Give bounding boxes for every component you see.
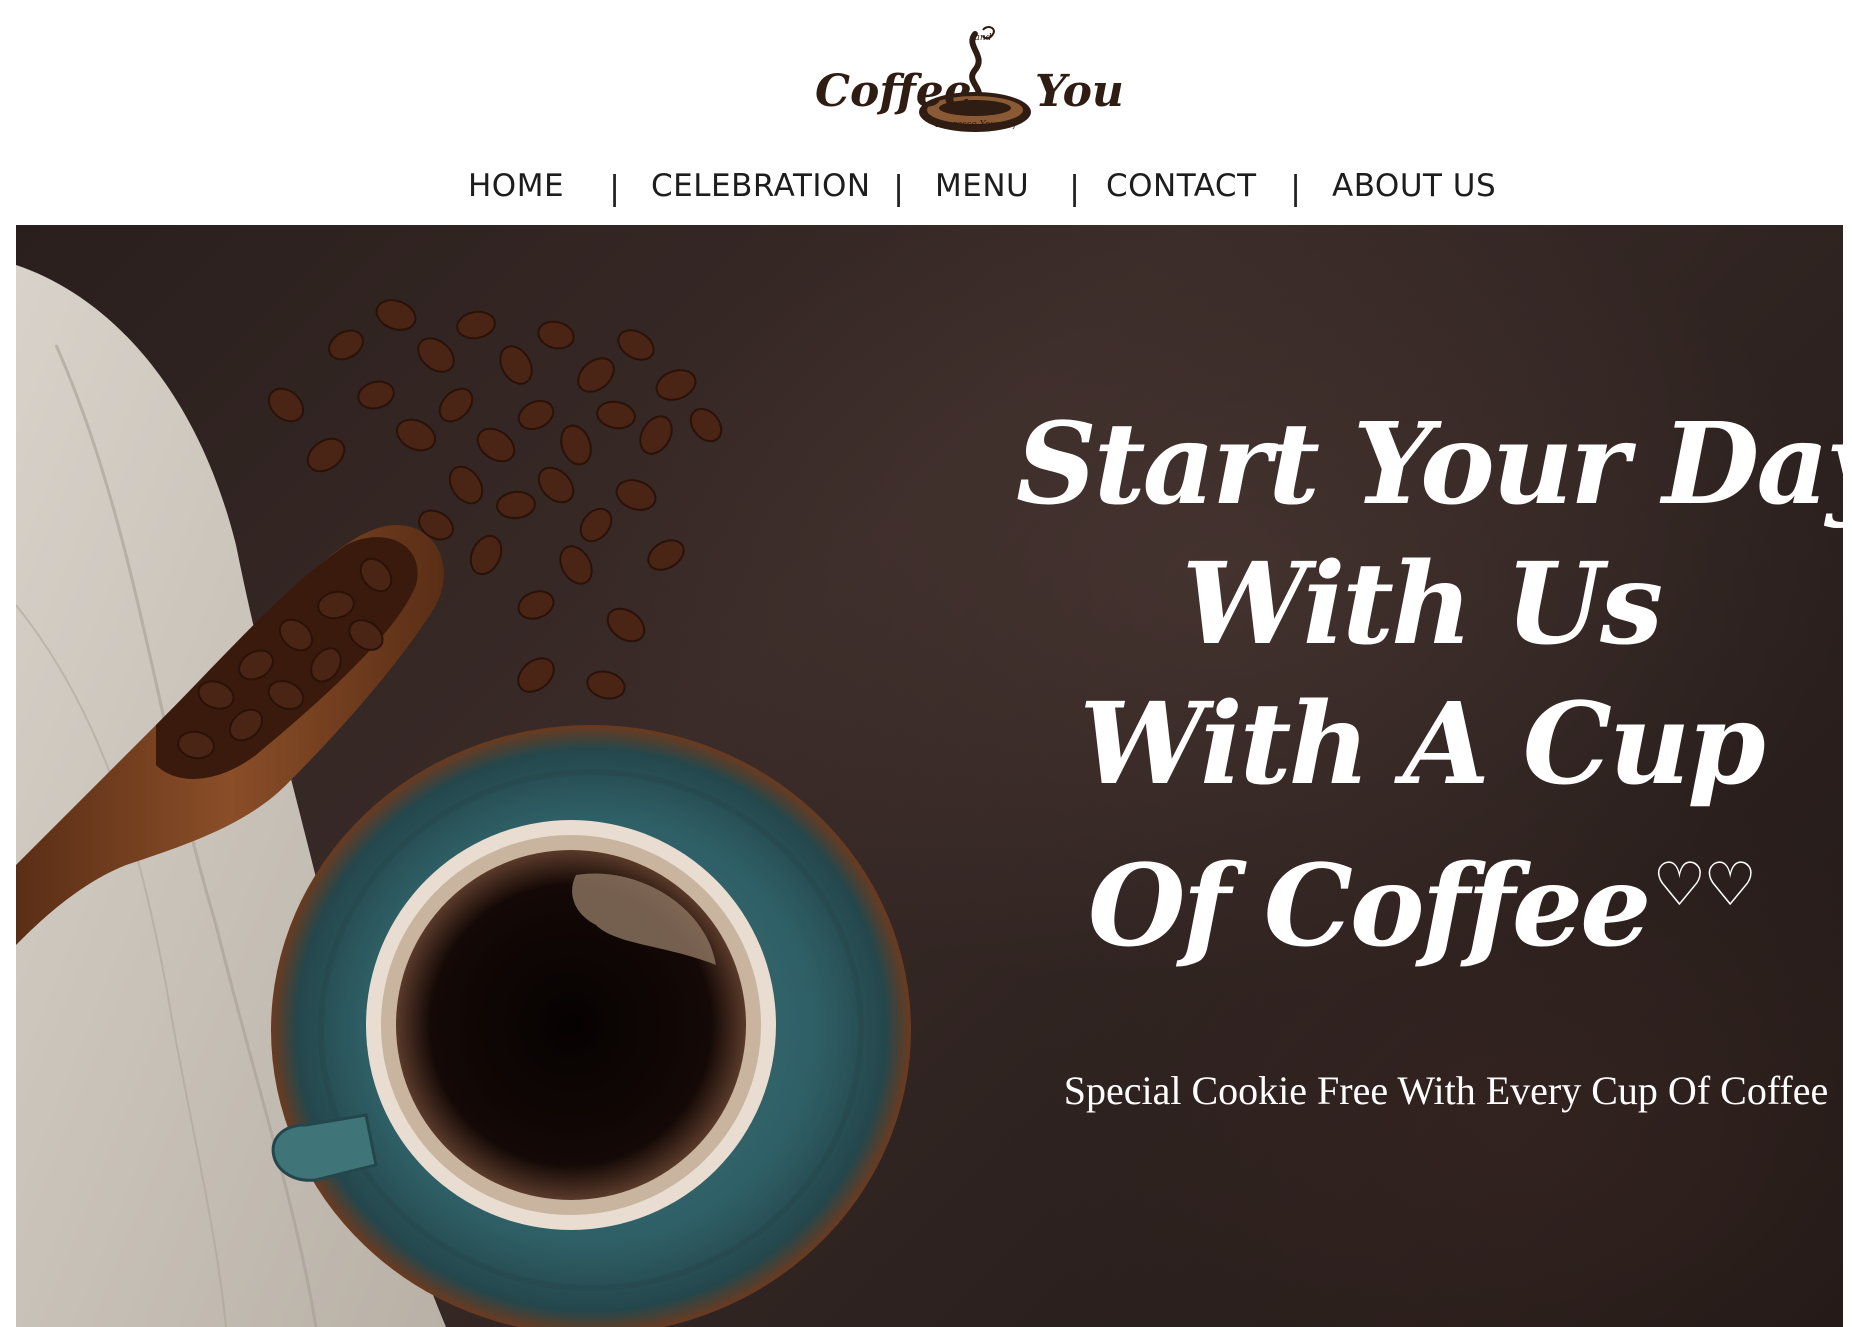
site-logo[interactable]: Espresso Yourself and Coffee You <box>815 26 1135 144</box>
headline-line-4-text: Of Coffee <box>1087 841 1651 972</box>
nav-contact[interactable]: CONTACT <box>1106 168 1257 204</box>
nav-separator: | <box>1069 168 1081 207</box>
headline-line-4: Of Coffee♡♡ <box>1016 815 1826 977</box>
svg-text:Coffee: Coffee <box>815 66 972 117</box>
svg-text:Espresso Yourself: Espresso Yourself <box>935 120 1019 130</box>
headline-line-3: With A Cup <box>1079 679 1765 810</box>
hero-banner: Start Your Day With Us With A Cup Of Cof… <box>16 225 1843 1327</box>
nav-celebration[interactable]: CELEBRATION <box>651 168 871 204</box>
headline-line-1: Start Your Day <box>1016 399 1843 530</box>
nav-separator: | <box>893 168 905 207</box>
headline-line-2: With Us <box>1181 539 1663 670</box>
nav-menu[interactable]: MENU <box>935 168 1029 204</box>
main-nav: HOME | CELEBRATION | MENU | CONTACT | AB… <box>0 158 1852 218</box>
hero-headline: Start Your Day With Us With A Cup Of Cof… <box>1016 395 1843 977</box>
hero-subline: Special Cookie Free With Every Cup Of Co… <box>1063 1068 1829 1113</box>
coffee-and-you-logo: Espresso Yourself and Coffee You <box>815 26 1124 132</box>
nav-about-us[interactable]: ABOUT US <box>1332 168 1496 204</box>
nav-separator: | <box>609 168 621 207</box>
svg-text:You: You <box>1035 66 1124 117</box>
heart-outline-icon: ♡♡ <box>1652 850 1757 920</box>
svg-text:and: and <box>975 33 992 43</box>
nav-home[interactable]: HOME <box>468 168 564 204</box>
nav-separator: | <box>1290 168 1302 207</box>
